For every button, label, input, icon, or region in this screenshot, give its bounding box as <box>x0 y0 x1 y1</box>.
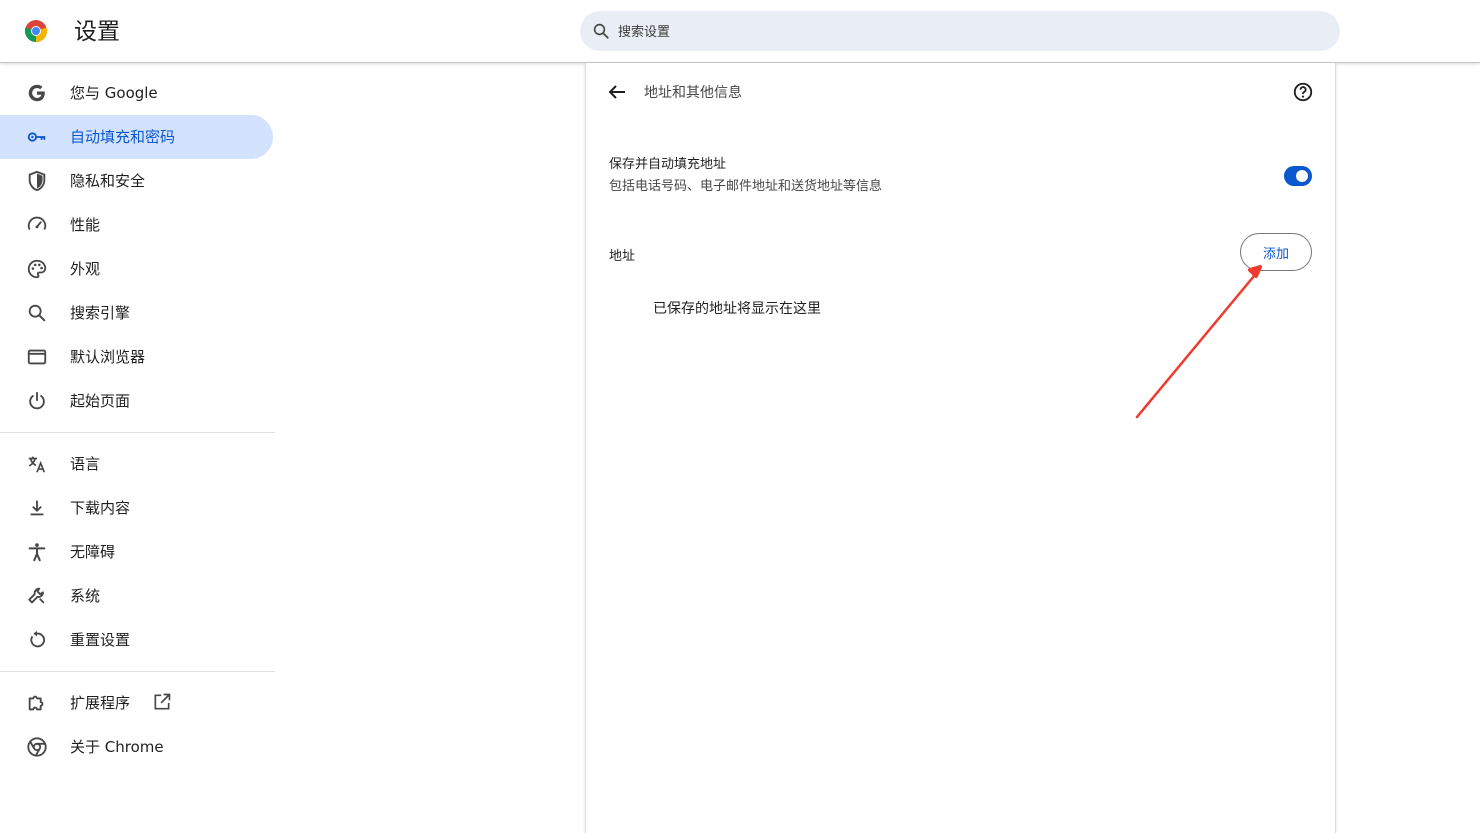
sidebar-item-label: 扩展程序 <box>70 694 131 712</box>
empty-addresses-message: 已保存的地址将显示在这里 <box>653 301 821 317</box>
browser-window-icon <box>27 349 47 365</box>
sidebar-item-downloads[interactable]: 下载内容 <box>0 486 273 530</box>
page-title: 设置 <box>74 19 120 45</box>
search-icon <box>28 304 46 322</box>
sidebar-item-you-and-google[interactable]: 您与 Google <box>0 71 273 115</box>
sidebar-item-privacy[interactable]: 隐私和安全 <box>0 159 273 203</box>
sidebar-item-label: 无障碍 <box>70 543 116 561</box>
google-g-icon <box>28 84 45 102</box>
sidebar-item-label: 下载内容 <box>70 499 131 517</box>
subpage-title: 地址和其他信息 <box>644 85 742 101</box>
sidebar-item-appearance[interactable]: 外观 <box>0 247 273 291</box>
sidebar-item-label: 外观 <box>70 260 101 278</box>
sidebar-item-accessibility[interactable]: 无障碍 <box>0 530 273 574</box>
sidebar-item-languages[interactable]: 语言 <box>0 442 273 486</box>
download-icon <box>30 500 44 516</box>
addresses-panel: 地址和其他信息 保存并自动填充地址 包括电话号码、电子邮件地址和送货地址等信息 … <box>585 63 1336 833</box>
sidebar-item-label: 自动填充和密码 <box>70 128 176 146</box>
sidebar-item-on-startup[interactable]: 起始页面 <box>0 379 273 423</box>
chrome-logo-icon <box>24 20 48 43</box>
search-input[interactable] <box>616 11 1320 53</box>
sidebar-item-system[interactable]: 系统 <box>0 574 273 618</box>
wrench-icon <box>28 587 45 604</box>
sidebar-item-label: 关于 Chrome <box>70 738 164 756</box>
sidebar-divider <box>0 671 275 672</box>
sidebar-item-about-chrome[interactable]: 关于 Chrome <box>0 725 273 769</box>
puzzle-icon <box>28 695 44 711</box>
sidebar-item-autofill-passwords[interactable]: 自动填充和密码 <box>0 115 273 159</box>
sidebar-item-label: 系统 <box>70 587 101 605</box>
chrome-icon <box>27 737 47 757</box>
add-address-button[interactable]: 添加 <box>1240 233 1312 271</box>
toggle-knob <box>1296 170 1308 182</box>
top-bar: 设置 <box>0 0 1480 63</box>
sidebar-item-label: 搜索引擎 <box>70 304 131 322</box>
sidebar-item-label: 性能 <box>70 216 101 234</box>
sidebar-item-label: 默认浏览器 <box>70 348 146 366</box>
sidebar-item-reset[interactable]: 重置设置 <box>0 618 273 662</box>
translate-icon <box>28 456 46 473</box>
save-autofill-description: 包括电话号码、电子邮件地址和送货地址等信息 <box>609 179 883 194</box>
sidebar-item-label: 起始页面 <box>70 392 131 410</box>
sidebar-item-label: 重置设置 <box>70 631 131 649</box>
accessibility-icon <box>28 543 46 562</box>
back-arrow-icon[interactable] <box>605 80 629 104</box>
search-box[interactable] <box>580 11 1340 53</box>
power-icon <box>29 391 45 410</box>
speedometer-icon <box>27 216 47 231</box>
key-icon <box>27 132 46 142</box>
sidebar-item-default-browser[interactable]: 默认浏览器 <box>0 335 273 379</box>
sidebar-item-label: 语言 <box>70 455 101 473</box>
sidebar-item-search-engine[interactable]: 搜索引擎 <box>0 291 273 335</box>
search-icon <box>593 23 609 39</box>
sidebar-item-label: 隐私和安全 <box>70 172 146 190</box>
sidebar-item-performance[interactable]: 性能 <box>0 203 273 247</box>
palette-icon <box>27 259 47 279</box>
shield-icon <box>28 170 46 192</box>
save-autofill-title: 保存并自动填充地址 <box>609 157 727 172</box>
save-autofill-toggle[interactable] <box>1284 166 1312 186</box>
sidebar-divider <box>0 432 275 433</box>
addresses-section-label: 地址 <box>609 249 636 264</box>
sidebar-item-extensions[interactable]: 扩展程序 <box>0 681 273 725</box>
open-in-new-icon[interactable] <box>152 692 172 712</box>
reset-icon <box>30 630 46 648</box>
sidebar-nav: 您与 Google 自动填充和密码 隐私和安全 性能 外观 搜索引擎 默认浏览器… <box>0 71 275 769</box>
sidebar-item-label: 您与 Google <box>70 84 158 102</box>
help-icon[interactable] <box>1292 81 1314 103</box>
